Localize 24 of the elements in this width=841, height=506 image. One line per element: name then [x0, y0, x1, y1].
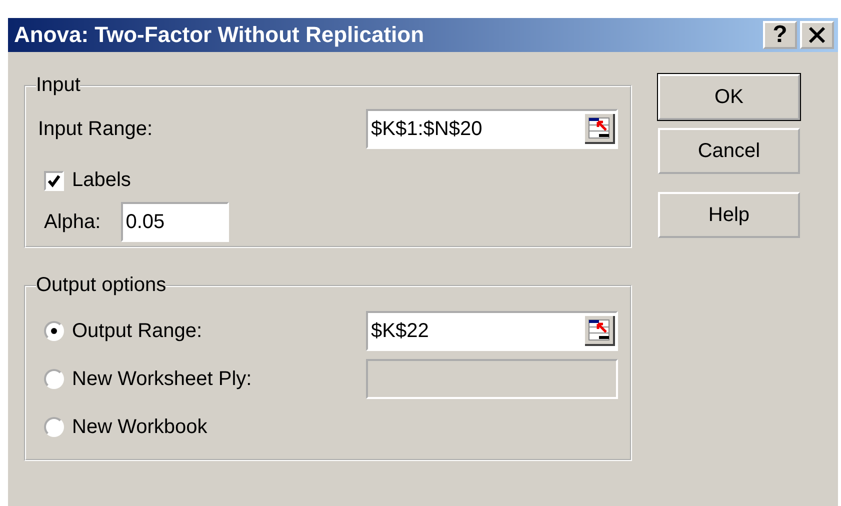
close-icon	[808, 26, 826, 44]
checkbox-label: Labels	[72, 169, 131, 192]
window-title: Anova: Two-Factor Without Replication	[14, 22, 426, 48]
dialog-button[interactable]: OK	[658, 74, 800, 120]
radio-label: New Workbook	[72, 416, 208, 438]
dialog-button[interactable]: Help	[658, 192, 800, 238]
close-button[interactable]	[800, 21, 834, 49]
radio-label: Output Range:	[72, 320, 202, 342]
group-title: Output options	[36, 274, 166, 297]
help-button[interactable]: ?	[763, 21, 797, 49]
input-range-field[interactable]: $K$1:$N$20	[366, 109, 618, 149]
alpha-field[interactable]: 0.05	[120, 202, 229, 242]
dialog-button[interactable]: Cancel	[658, 128, 800, 174]
radio-label: New Worksheet Ply:	[72, 368, 252, 390]
radio-button[interactable]	[44, 321, 64, 341]
field-label: Alpha:	[44, 210, 101, 234]
range-select-icon[interactable]	[585, 316, 615, 346]
range-select-icon[interactable]	[585, 114, 615, 144]
radio-button[interactable]	[44, 369, 64, 389]
radio-button[interactable]	[44, 417, 64, 437]
group-title: Input	[36, 74, 80, 97]
range-field[interactable]: $K$22	[366, 311, 618, 351]
checkbox[interactable]	[44, 170, 64, 190]
field-label: Input Range:	[38, 118, 153, 140]
